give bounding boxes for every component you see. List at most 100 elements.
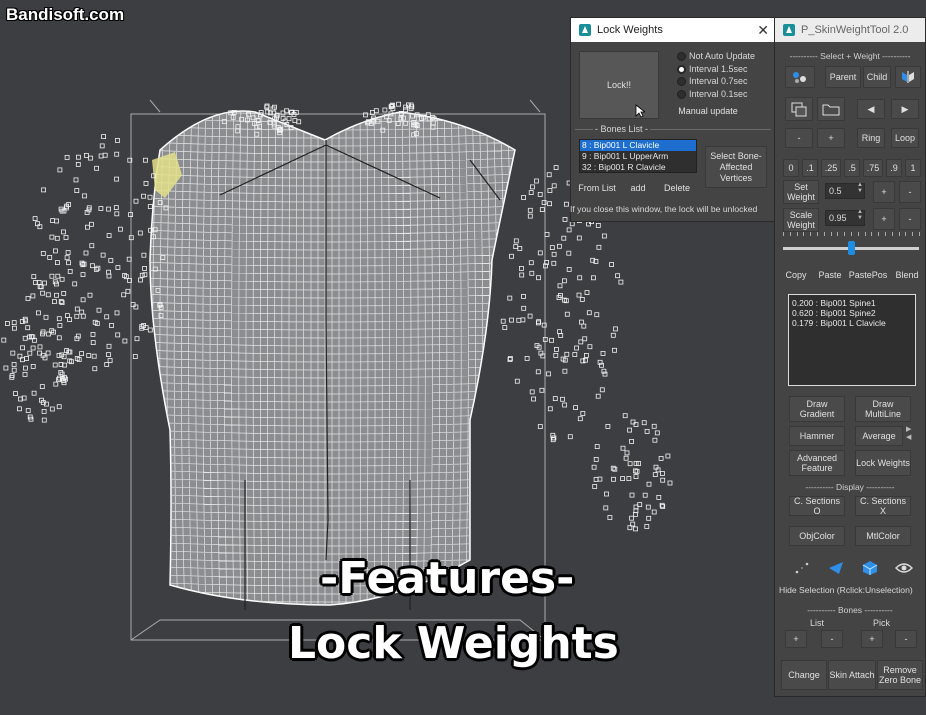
next-button[interactable]: ▶	[891, 99, 919, 119]
vertex-weight-list[interactable]: 0.200 : Bip001 Spine1 0.620 : Bip001 Spi…	[788, 294, 916, 386]
dots-icon	[793, 72, 806, 83]
eye-icon	[895, 563, 913, 573]
from-list-button[interactable]: From List	[577, 180, 617, 196]
radio-not-auto-update[interactable]	[677, 52, 686, 61]
lock-button[interactable]: Lock!!	[579, 51, 659, 119]
preset-weight-button[interactable]: 0	[783, 159, 799, 177]
paste-button[interactable]: Paste	[815, 266, 845, 284]
close-icon[interactable]: ✕	[757, 22, 769, 39]
c-sections-o-button[interactable]: C. Sections O	[789, 496, 845, 516]
bones-separator: ---------- Bones ----------	[807, 605, 893, 615]
shrink-button[interactable]: -	[785, 128, 813, 148]
ring-button[interactable]: Ring	[857, 128, 885, 148]
preset-weight-button[interactable]: .9	[886, 159, 902, 177]
hammer-button[interactable]: Hammer	[789, 426, 845, 446]
list-item[interactable]: 0.200 : Bip001 Spine1	[792, 298, 912, 308]
draw-gradient-button[interactable]: Draw Gradient	[789, 396, 845, 422]
preset-weight-button[interactable]: .25	[821, 159, 841, 177]
pick-remove-button[interactable]: -	[895, 630, 917, 648]
mirror-icon-button[interactable]	[895, 66, 921, 88]
child-button[interactable]: Child	[863, 66, 891, 88]
preset-weight-button[interactable]: .1	[802, 159, 818, 177]
list-add-button[interactable]: +	[785, 630, 807, 648]
advanced-feature-button[interactable]: Advanced Feature	[789, 450, 845, 476]
select-weight-separator: ---------- Select + Weight ----------	[789, 51, 911, 61]
slider-tick	[810, 232, 812, 236]
window-title: P_SkinWeightTool 2.0	[801, 24, 909, 36]
close-warning-note: If you close this window, the lock will …	[570, 204, 758, 214]
hide-selection-label: Hide Selection (Rclick:Unselection)	[779, 585, 913, 595]
slider-tick	[857, 232, 859, 236]
slider-tick	[789, 232, 791, 236]
slider-tick	[783, 232, 784, 236]
skin-tool-titlebar[interactable]: P_SkinWeightTool 2.0	[775, 18, 925, 42]
radio-label: Not Auto Update	[689, 51, 756, 61]
copy-button[interactable]: Copy	[781, 266, 811, 284]
set-weight-plus-button[interactable]: +	[873, 181, 895, 203]
radio-interval-1-5[interactable]	[677, 65, 686, 74]
preset-weight-button[interactable]: .5	[844, 159, 860, 177]
list-item[interactable]: 9 : Bip001 L UpperArm	[580, 151, 696, 162]
select-similar-icon-button[interactable]	[785, 66, 815, 88]
slider-tick	[891, 232, 893, 236]
folder-icon	[822, 104, 840, 116]
delete-button[interactable]: Delete	[659, 180, 695, 196]
spinner-arrows-icon[interactable]: ▲ ▼	[857, 209, 863, 221]
scale-weight-minus-button[interactable]: -	[899, 208, 921, 230]
slider-tick	[864, 232, 866, 236]
radio-interval-0-1[interactable]	[677, 90, 686, 99]
remove-zero-bone-button[interactable]: Remove Zero Bone	[877, 660, 923, 690]
slider-tick	[919, 232, 920, 236]
mtlcolor-button[interactable]: MtlColor	[855, 526, 911, 546]
set-weight-minus-button[interactable]: -	[899, 181, 921, 203]
average-arrows-icon[interactable]: ▶ ◀	[906, 425, 911, 441]
spinner-arrows-icon[interactable]: ▲ ▼	[857, 182, 863, 194]
prev-button[interactable]: ◀	[857, 99, 885, 119]
window-title: Lock Weights	[597, 24, 663, 36]
bones-listbox[interactable]: 8 : Bip001 L Clavicle 9 : Bip001 L Upper…	[579, 139, 697, 173]
radio-label: Interval 0.1sec	[689, 89, 748, 99]
preset-weight-button[interactable]: 1	[905, 159, 921, 177]
display-separator: ---------- Display ----------	[805, 482, 895, 492]
list-item[interactable]: 8 : Bip001 L Clavicle	[580, 140, 696, 151]
slider-tick	[796, 232, 798, 236]
scale-weight-button[interactable]: Scale Weight	[783, 208, 819, 232]
show-box-icon-button[interactable]	[855, 556, 885, 580]
list-remove-button[interactable]: -	[821, 630, 843, 648]
set-weight-value: 0.5	[829, 186, 842, 196]
radio-interval-0-7[interactable]	[677, 77, 686, 86]
skin-attach-button[interactable]: Skin Attach	[828, 660, 876, 690]
slider-tick	[823, 232, 825, 236]
blend-button[interactable]: Blend	[891, 266, 923, 284]
list-item[interactable]: 0.620 : Bip001 Spine2	[792, 308, 912, 318]
weight-slider-thumb[interactable]	[848, 241, 855, 255]
scale-weight-plus-button[interactable]: +	[873, 208, 895, 230]
c-sections-x-button[interactable]: C. Sections X	[855, 496, 911, 516]
pastepos-button[interactable]: PastePos	[847, 266, 889, 284]
change-button[interactable]: Change	[781, 660, 827, 690]
select-bone-affected-vertices-button[interactable]: Select Bone-Affected Vertices	[705, 146, 767, 188]
app-icon	[579, 24, 591, 36]
folder-icon-button[interactable]	[817, 97, 845, 121]
preset-weight-button[interactable]: .75	[863, 159, 883, 177]
add-button[interactable]: add	[621, 180, 655, 196]
average-button[interactable]: Average	[855, 426, 903, 446]
manual-update-button[interactable]: Manual update	[675, 104, 741, 118]
set-weight-button[interactable]: Set Weight	[783, 180, 819, 204]
loop-button[interactable]: Loop	[891, 128, 919, 148]
list-item[interactable]: 0.179 : Bip001 L Clavicle	[792, 318, 912, 328]
slider-tick	[912, 232, 914, 236]
hide-selection-icon-button[interactable]	[889, 556, 919, 580]
show-faces-icon-button[interactable]	[821, 556, 851, 580]
slider-tick	[803, 232, 805, 236]
lock-weights-titlebar[interactable]: Lock Weights ✕	[571, 18, 775, 42]
lock-weights-button[interactable]: Lock Weights	[855, 450, 911, 476]
copy-selection-icon-button[interactable]	[785, 97, 813, 121]
objcolor-button[interactable]: ObjColor	[789, 526, 845, 546]
draw-multiline-button[interactable]: Draw MultiLine	[855, 396, 911, 422]
show-vertices-icon-button[interactable]	[787, 556, 817, 580]
pick-add-button[interactable]: +	[861, 630, 883, 648]
parent-button[interactable]: Parent	[825, 66, 861, 88]
grow-button[interactable]: +	[817, 128, 845, 148]
list-item[interactable]: 32 : Bip001 R Clavicle	[580, 162, 696, 172]
